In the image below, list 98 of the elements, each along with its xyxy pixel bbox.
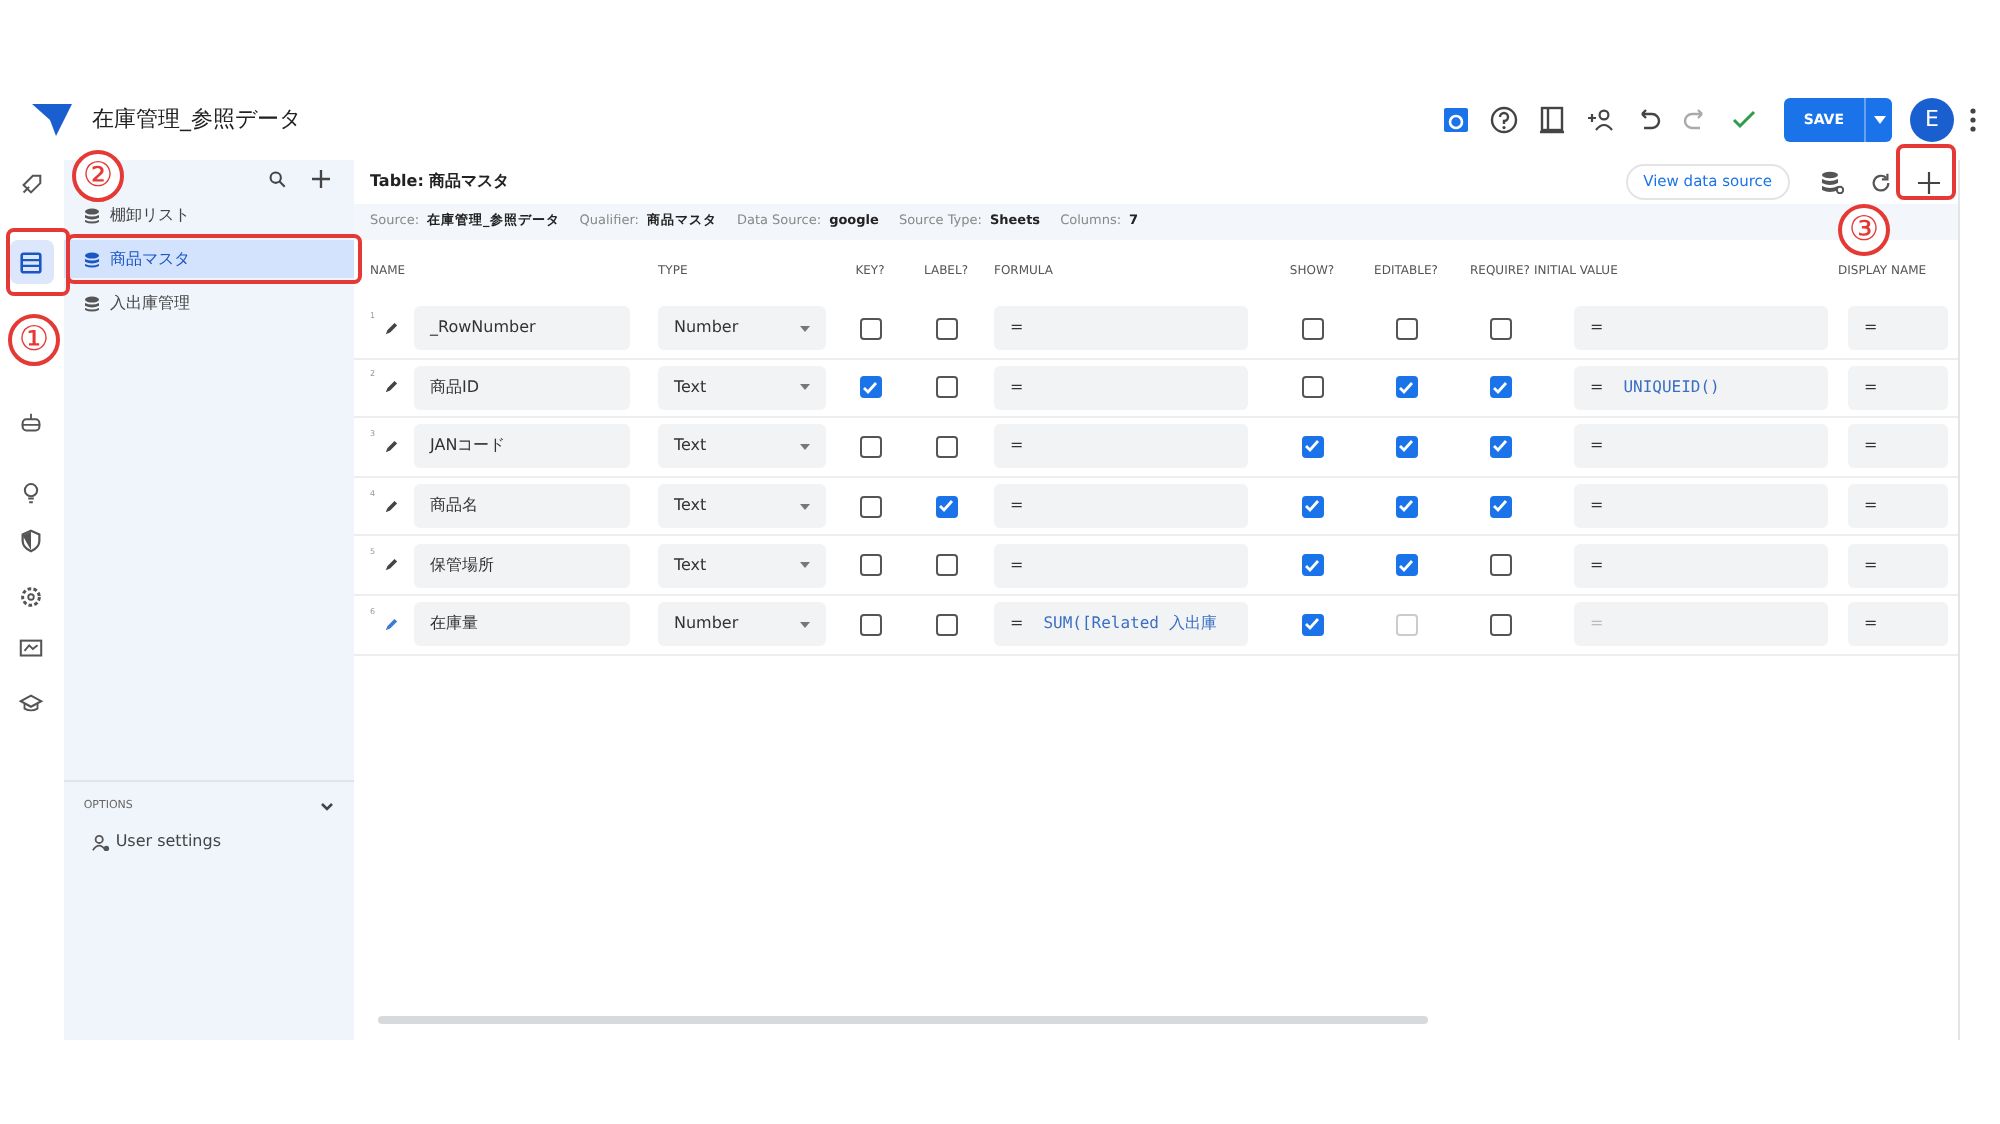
table-icon[interactable] [9,240,54,284]
checkbox[interactable] [1301,613,1323,636]
name-field[interactable]: JANコード [414,424,630,469]
checkbox[interactable] [935,554,957,577]
search-icon[interactable] [268,169,286,187]
initial-value-field[interactable]: = [1574,484,1828,529]
checkbox[interactable] [1489,435,1511,458]
type-dropdown[interactable]: Number [658,602,826,647]
add-icon[interactable] [312,169,330,187]
display-name-field[interactable]: = [1848,602,1948,647]
checkbox[interactable] [1301,554,1323,577]
avatar[interactable]: E [1910,98,1954,142]
step-number: ② [72,150,124,202]
formula-field[interactable]: = [994,484,1248,529]
formula-field[interactable]: = [994,424,1248,469]
checkbox[interactable] [1395,495,1417,518]
caret-icon [800,562,810,569]
checkbox[interactable] [1395,554,1417,577]
app-title: 在庫管理_参照データ [92,103,301,136]
database-icon [83,207,100,223]
save-menu-button[interactable] [1864,98,1892,142]
pencil-icon[interactable] [383,499,398,514]
highlight-frame [1896,144,1956,200]
checkbox[interactable] [935,613,957,636]
scrollbar[interactable] [378,1016,1428,1024]
checkbox[interactable] [1489,613,1511,636]
display-name-field[interactable]: = [1848,543,1948,588]
database-icon [83,251,100,267]
caret-icon [1873,116,1885,124]
checkbox[interactable] [935,495,957,518]
checkbox[interactable] [859,554,881,577]
checkbox[interactable] [1489,317,1511,340]
checkbox[interactable] [1395,435,1417,458]
formula-field[interactable]: = [994,306,1248,351]
step-number: ③ [1838,204,1890,256]
name-field[interactable]: 在庫量 [414,602,630,647]
table-list-item[interactable]: 棚卸リスト [63,196,354,234]
table-list-item[interactable]: 入出庫管理 [63,284,354,322]
name-field[interactable]: _RowNumber [414,306,630,351]
checkbox[interactable] [1489,554,1511,577]
checkbox[interactable] [1489,376,1511,399]
pencil-icon[interactable] [383,380,398,395]
type-dropdown[interactable]: Text [658,365,826,410]
table-list-item[interactable]: 商品マスタ [63,240,354,278]
checkbox[interactable] [859,376,881,399]
checkbox[interactable] [1395,317,1417,340]
pencil-icon[interactable] [383,617,398,632]
formula-field[interactable]: = [994,365,1248,410]
checkbox[interactable] [1301,495,1323,518]
type-dropdown[interactable]: Number [658,306,826,351]
checkbox[interactable] [859,435,881,458]
caret-icon [800,621,810,628]
name-field[interactable]: 商品ID [414,365,630,410]
checkbox[interactable] [859,613,881,636]
caret-icon [800,325,810,332]
add-person-icon[interactable] [1585,106,1614,134]
display-name-field[interactable]: = [1848,365,1948,410]
check-icon[interactable] [1729,106,1758,134]
caret-icon [800,384,810,391]
name-field[interactable]: 保管場所 [414,543,630,588]
chevron-icon[interactable] [320,801,334,812]
checkbox[interactable] [935,435,957,458]
step-number: ① [8,314,60,366]
checkbox[interactable] [1301,376,1323,399]
name-field[interactable]: 商品名 [414,484,630,529]
checkbox[interactable] [1489,495,1511,518]
formula-field[interactable]: = SUM([Related 入出庫 [994,602,1248,647]
table-title: Table: 商品マスタ [370,170,510,194]
initial-value-field[interactable]: = [1574,306,1828,351]
caret-icon [800,503,810,510]
checkbox[interactable] [1301,317,1323,340]
checkbox[interactable] [859,495,881,518]
checkbox[interactable] [1395,376,1417,399]
help-icon[interactable] [1489,106,1518,134]
type-dropdown[interactable]: Text [658,424,826,469]
initial-value-field[interactable]: = [1574,424,1828,469]
user-settings-icon [91,833,110,852]
more-icon[interactable] [1970,108,1976,132]
logo-icon [32,104,72,136]
type-dropdown[interactable]: Text [658,543,826,588]
formula-field[interactable]: = [994,543,1248,588]
checkbox[interactable] [935,376,957,399]
display-name-field[interactable]: = [1848,424,1948,469]
pencil-icon[interactable] [383,439,398,454]
initial-value-field[interactable]: = [1574,543,1828,588]
checkbox[interactable] [935,317,957,340]
display-name-field[interactable]: = [1848,484,1948,529]
preview-icon[interactable] [1441,106,1470,134]
checkbox[interactable] [859,317,881,340]
database-icon [83,295,100,311]
type-dropdown[interactable]: Text [658,484,826,529]
checkbox[interactable] [1301,435,1323,458]
user-settings-item[interactable]: User settings [83,814,229,871]
caret-icon [800,443,810,450]
pencil-icon[interactable] [383,321,398,336]
display-name-field[interactable]: = [1848,306,1948,351]
initial-value-field[interactable]: = UNIQUEID() [1574,365,1828,410]
pencil-icon[interactable] [383,558,398,573]
